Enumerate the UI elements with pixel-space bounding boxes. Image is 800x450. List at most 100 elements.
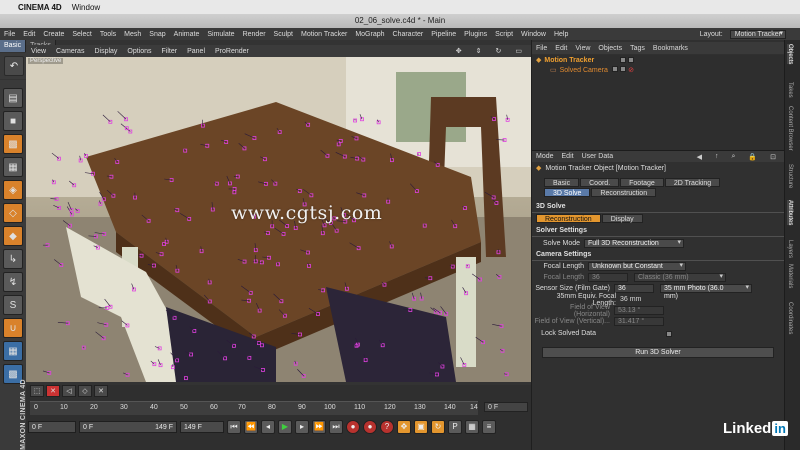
menu-select[interactable]: Select (68, 31, 95, 38)
goto-start-icon[interactable]: ⏮ (227, 420, 241, 434)
menu-plugins[interactable]: Plugins (460, 31, 491, 38)
tab-footage[interactable]: Footage (620, 178, 664, 187)
prev-key-button-icon[interactable]: ⏪ (244, 420, 258, 434)
vp-menu-display[interactable]: Display (89, 48, 122, 55)
record-icon[interactable]: ● (346, 420, 360, 434)
menu-sculpt[interactable]: Sculpt (270, 31, 297, 38)
texture-mode-icon[interactable]: ▩ (3, 134, 23, 154)
vp-menu-panel[interactable]: Panel (182, 48, 210, 55)
focal-length-input[interactable]: 36 (588, 273, 628, 282)
next-key-button-icon[interactable]: ⏩ (312, 420, 326, 434)
object-row-motion-tracker[interactable]: ◆ Motion Tracker (532, 55, 784, 65)
layout-dropdown[interactable]: Motion Tracker (729, 29, 786, 39)
obj-menu-view[interactable]: View (571, 45, 594, 52)
vp-menu-view[interactable]: View (26, 48, 51, 55)
rotation-key-icon[interactable]: ↻ (431, 420, 445, 434)
preview-range-field[interactable]: 0 F 149 F (79, 421, 177, 433)
visibility-flags[interactable]: ⊘ (612, 66, 634, 74)
edges-mode-icon[interactable]: ◇ (3, 203, 23, 223)
subtab-reconstruction[interactable]: Reconstruction (536, 214, 601, 223)
attr-menu-user-data[interactable]: User Data (578, 153, 618, 160)
menu-motion-tracker[interactable]: Motion Tracker (297, 31, 351, 38)
timeline-ruler[interactable]: 0 10 20 30 40 50 60 70 80 90 100 110 120… (30, 401, 478, 415)
vp-menu-filter[interactable]: Filter (157, 48, 183, 55)
autokey-icon[interactable]: ● (363, 420, 377, 434)
obj-menu-bookmarks[interactable]: Bookmarks (649, 45, 692, 52)
rtab-content-browser[interactable]: Content Browser (787, 106, 793, 151)
search-icon[interactable]: ⌕ (727, 153, 739, 161)
object-row-solved-camera[interactable]: ▭ Solved Camera ⊘ (532, 65, 784, 75)
obj-menu-file[interactable]: File (532, 45, 551, 52)
attr-menu-edit[interactable]: Edit (558, 153, 578, 160)
menu-file[interactable]: File (0, 31, 19, 38)
menu-edit[interactable]: Edit (19, 31, 39, 38)
rtab-coordinates[interactable]: Coordinates (787, 302, 793, 334)
focal-preset-dropdown[interactable]: Classic (36 mm) (634, 273, 726, 282)
end-frame-field[interactable]: 149 F (180, 421, 224, 433)
tab-basic-attr[interactable]: Basic (544, 178, 580, 187)
lock-icon[interactable]: 🔒 (744, 153, 761, 161)
scale-key-icon[interactable]: ▣ (414, 420, 428, 434)
play-icon[interactable]: ▶ (278, 420, 292, 434)
menu-character[interactable]: Character (389, 31, 428, 38)
new-panel-icon[interactable]: ⊡ (766, 153, 780, 161)
tab-coord[interactable]: Coord. (580, 178, 620, 187)
pan-icon[interactable]: ✥ (451, 47, 467, 55)
next-key-icon[interactable]: ◇ (78, 385, 92, 397)
start-frame-field[interactable]: 0 F (28, 421, 76, 433)
orbit-icon[interactable]: ↻ (491, 47, 507, 55)
solve-mode-dropdown[interactable]: Full 3D Reconstruction (584, 239, 684, 248)
viewport[interactable]: Perspective www.cgtsj.com (26, 57, 531, 382)
menu-mograph[interactable]: MoGraph (351, 31, 388, 38)
menu-tools[interactable]: Tools (96, 31, 120, 38)
tab-3d-solve[interactable]: 3D Solve (544, 188, 591, 197)
obj-menu-objects[interactable]: Objects (594, 45, 626, 52)
key-icon[interactable]: ✕ (94, 385, 108, 397)
model-mode-icon[interactable]: ■ (3, 111, 23, 131)
current-frame-field[interactable]: 0 F (484, 402, 528, 412)
menu-help[interactable]: Help (550, 31, 572, 38)
record-key-icon[interactable]: ✕ (46, 385, 60, 397)
workplane-icon[interactable]: ▦ (3, 157, 23, 177)
subtab-display[interactable]: Display (601, 214, 643, 223)
vp-menu-prorender[interactable]: ProRender (210, 48, 254, 55)
up-arrow-icon[interactable]: ↑ (711, 153, 723, 161)
magnet-icon[interactable]: ∪ (3, 318, 23, 338)
rtab-structure[interactable]: Structure (787, 164, 793, 188)
menu-snap[interactable]: Snap (145, 31, 169, 38)
polygons-mode-icon[interactable]: ◆ (3, 226, 23, 246)
menu-animate[interactable]: Animate (170, 31, 204, 38)
rtab-objects[interactable]: Objects (787, 44, 793, 65)
param-key-icon[interactable]: P (448, 420, 462, 434)
protection-tag-icon[interactable]: ⊘ (628, 66, 634, 74)
attr-menu-mode[interactable]: Mode (532, 153, 558, 160)
tweak-mode-icon[interactable]: ↯ (3, 272, 23, 292)
app-name[interactable]: CINEMA 4D (18, 3, 62, 12)
tab-basic[interactable]: Basic (0, 40, 27, 52)
position-key-icon[interactable]: ✥ (397, 420, 411, 434)
pla-key-icon[interactable]: ▦ (465, 420, 479, 434)
fov-h-input[interactable]: 53.13 ° (614, 306, 664, 315)
vp-menu-cameras[interactable]: Cameras (51, 48, 89, 55)
rtab-materials[interactable]: Materials (787, 264, 793, 288)
goto-end-icon[interactable]: ⏭ (329, 420, 343, 434)
maximize-icon[interactable]: ▭ (510, 47, 527, 55)
sensor-preset-dropdown[interactable]: 35 mm Photo (36.0 mm) (660, 284, 752, 300)
menu-mesh[interactable]: Mesh (120, 31, 145, 38)
run-3d-solver-button[interactable]: Run 3D Solver (542, 347, 774, 358)
step-forward-icon[interactable]: ▸ (295, 420, 309, 434)
make-editable-icon[interactable]: ▤ (3, 88, 23, 108)
obj-menu-tags[interactable]: Tags (626, 45, 649, 52)
timeline-menu-icon[interactable]: ≡ (482, 420, 496, 434)
menu-pipeline[interactable]: Pipeline (427, 31, 460, 38)
menu-render[interactable]: Render (239, 31, 270, 38)
obj-menu-edit[interactable]: Edit (551, 45, 571, 52)
points-mode-icon[interactable]: ◈ (3, 180, 23, 200)
vp-menu-options[interactable]: Options (122, 48, 156, 55)
rtab-layers[interactable]: Layers (787, 240, 793, 258)
fov-v-input[interactable]: 31.417 ° (614, 317, 664, 326)
prev-key-icon[interactable]: ◁ (62, 385, 76, 397)
key-mode-icon[interactable]: ⬚ (30, 385, 44, 397)
snap-icon[interactable]: S (3, 295, 23, 315)
dolly-icon[interactable]: ⇕ (471, 47, 487, 55)
